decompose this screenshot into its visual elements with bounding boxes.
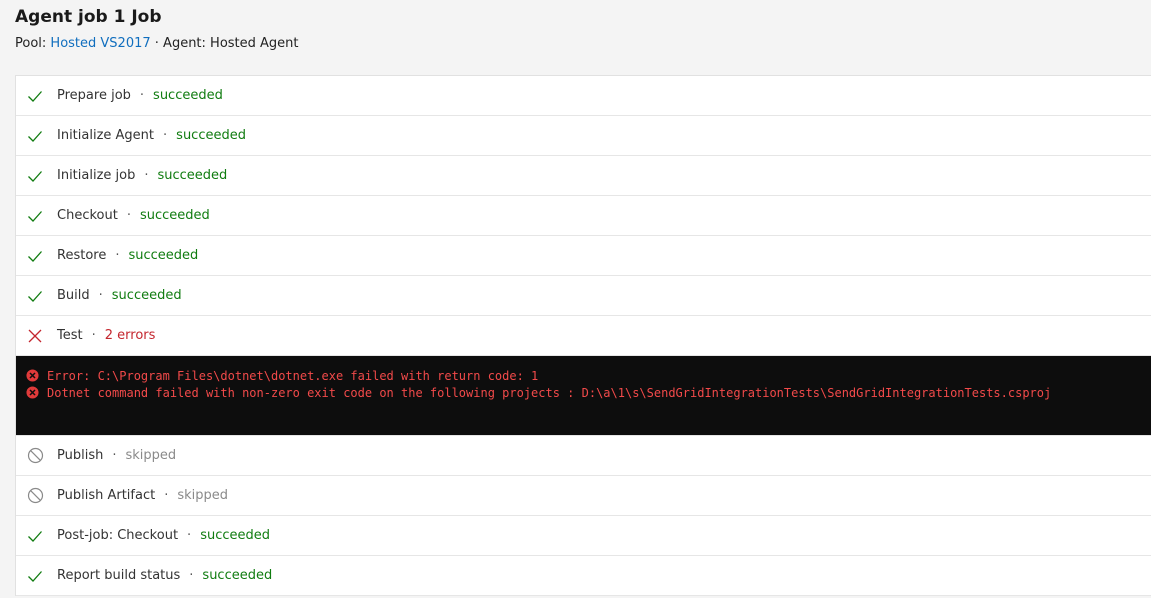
- step-row-test[interactable]: Test · 2 errors: [16, 316, 1151, 356]
- step-separator: ·: [91, 328, 96, 343]
- step-status: succeeded: [139, 208, 210, 223]
- step-status: 2 errors: [104, 328, 156, 343]
- job-title: Agent job 1 Job: [15, 7, 162, 27]
- step-separator: ·: [163, 128, 168, 143]
- step-name: Report build status: [57, 568, 181, 583]
- step-status: skipped: [177, 488, 229, 503]
- step-separator: ·: [187, 528, 192, 543]
- error-log-line: Error: C:\Program Files\dotnet\dotnet.ex…: [16, 367, 1151, 384]
- step-name: Initialize job: [57, 168, 136, 183]
- job-subline: Pool: Hosted VS2017 · Agent: Hosted Agen…: [15, 35, 299, 53]
- check-icon: [26, 247, 44, 265]
- pool-label: Pool:: [15, 36, 51, 51]
- step-row-restore[interactable]: Restore · succeeded: [16, 236, 1151, 276]
- check-icon: [26, 167, 44, 185]
- step-separator: ·: [144, 168, 149, 183]
- step-name: Test: [57, 328, 83, 343]
- step-separator: ·: [189, 568, 194, 583]
- step-name: Build: [57, 288, 90, 303]
- step-name: Restore: [57, 248, 107, 263]
- step-status: succeeded: [153, 88, 223, 103]
- job-header: Agent job 1 Job Pool: Hosted VS2017 · Ag…: [15, 6, 299, 53]
- step-row-build[interactable]: Build · succeeded: [16, 276, 1151, 316]
- error-circle-icon: [26, 369, 39, 382]
- step-row-prepare-job[interactable]: Prepare job · succeeded: [16, 76, 1151, 116]
- error-log-panel: Error: C:\Program Files\dotnet\dotnet.ex…: [16, 356, 1151, 436]
- step-status: succeeded: [128, 248, 199, 263]
- check-icon: [26, 287, 44, 305]
- error-text: Dotnet command failed with non-zero exit…: [47, 385, 1052, 400]
- step-name: Publish: [57, 448, 104, 463]
- step-name: Publish Artifact: [57, 488, 156, 503]
- agent-text: Agent: Hosted Agent: [163, 36, 299, 51]
- skipped-icon: [26, 447, 44, 465]
- step-row-publish-artifact[interactable]: Publish Artifact · skipped: [16, 476, 1151, 516]
- agent-separator: ·: [150, 36, 164, 51]
- step-status: succeeded: [202, 568, 273, 583]
- step-status: succeeded: [200, 528, 270, 543]
- step-separator: ·: [164, 488, 169, 503]
- step-row-report-build-status[interactable]: Report build status · succeeded: [16, 556, 1151, 596]
- check-icon: [26, 127, 44, 145]
- step-separator: ·: [126, 208, 131, 223]
- error-text: Error: C:\Program Files\dotnet\dotnet.ex…: [47, 368, 539, 383]
- steps-panel: Prepare job · succeeded Initialize Agent…: [15, 75, 1151, 596]
- step-row-initialize-job[interactable]: Initialize job · succeeded: [16, 156, 1151, 196]
- pool-link[interactable]: Hosted VS2017: [50, 36, 150, 51]
- step-separator: ·: [98, 288, 103, 303]
- step-status: succeeded: [111, 288, 182, 303]
- step-status: succeeded: [176, 128, 246, 143]
- step-name: Initialize Agent: [57, 128, 155, 143]
- step-row-initialize-agent[interactable]: Initialize Agent · succeeded: [16, 116, 1151, 156]
- step-row-post-job-checkout[interactable]: Post-job: Checkout · succeeded: [16, 516, 1151, 556]
- check-icon: [26, 207, 44, 225]
- job-details-page: Agent job 1 Job Pool: Hosted VS2017 · Ag…: [0, 0, 1151, 598]
- step-row-publish[interactable]: Publish · skipped: [16, 436, 1151, 476]
- skipped-icon: [26, 487, 44, 505]
- step-name: Checkout: [57, 208, 118, 223]
- step-separator: ·: [139, 88, 145, 103]
- step-separator: ·: [112, 448, 117, 463]
- step-status: succeeded: [157, 168, 228, 183]
- check-icon: [26, 87, 44, 105]
- error-log-line: Dotnet command failed with non-zero exit…: [16, 384, 1151, 401]
- step-name: Prepare job: [57, 88, 131, 103]
- step-name: Post-job: Checkout: [57, 528, 179, 543]
- x-icon: [26, 327, 44, 345]
- check-icon: [26, 567, 44, 585]
- error-circle-icon: [26, 386, 39, 399]
- step-status: skipped: [125, 448, 177, 463]
- check-icon: [26, 527, 44, 545]
- step-separator: ·: [115, 248, 120, 263]
- step-row-checkout[interactable]: Checkout · succeeded: [16, 196, 1151, 236]
